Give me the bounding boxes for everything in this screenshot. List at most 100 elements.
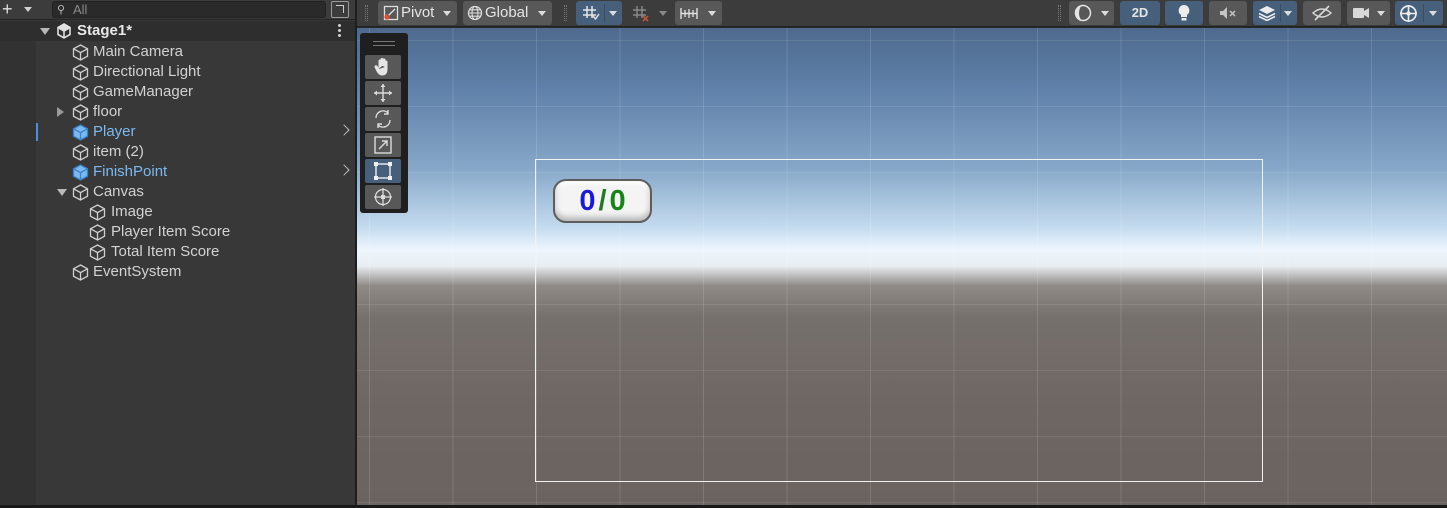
- gizmo-icon: [1400, 5, 1417, 22]
- globe-icon: [467, 5, 483, 21]
- fold-down-icon[interactable]: [40, 28, 50, 35]
- search-icon: ⚲: [57, 4, 66, 16]
- 2d-label: 2D: [1131, 5, 1149, 20]
- move-tool-button[interactable]: [365, 81, 401, 105]
- global-dropdown[interactable]: Global: [463, 1, 552, 25]
- lighting-toggle[interactable]: [1165, 1, 1203, 25]
- move-arrows-icon: [374, 84, 392, 102]
- toolbar-grip[interactable]: [1058, 5, 1061, 21]
- rotate-icon: [375, 110, 391, 128]
- scene-name: Stage1*: [77, 22, 133, 39]
- hierarchy-item[interactable]: Directional Light: [0, 62, 355, 82]
- create-button[interactable]: +: [2, 0, 38, 19]
- pivot-icon: [383, 5, 399, 21]
- gameobject-cube-icon: [89, 244, 106, 261]
- hierarchy-item-label: Canvas: [93, 183, 144, 200]
- fold-right-icon[interactable]: [57, 107, 64, 117]
- 2d-mode-toggle[interactable]: 2D: [1120, 1, 1160, 25]
- scale-icon: [374, 136, 392, 154]
- gizmos-dropdown[interactable]: [1395, 1, 1443, 25]
- gameobject-cube-icon: [72, 104, 89, 121]
- rect-transform-icon: [374, 162, 392, 180]
- hierarchy-item-label: GameManager: [93, 83, 194, 100]
- shaded-sphere-icon: [1074, 4, 1092, 22]
- grid-icon: [583, 6, 600, 21]
- gameobject-cube-icon: [89, 224, 106, 241]
- eye-slash-icon: [1312, 5, 1332, 21]
- camera-icon: [1353, 8, 1369, 18]
- draw-mode-dropdown[interactable]: [1069, 1, 1114, 25]
- mute-speaker-icon: [1220, 7, 1236, 19]
- chevron-down-icon: [609, 11, 617, 16]
- pivot-label: Pivot: [401, 4, 435, 21]
- rotate-tool-button[interactable]: [365, 107, 401, 131]
- chevron-down-icon: [1429, 11, 1437, 16]
- prefab-cube-icon: [72, 164, 89, 181]
- drag-handle-icon[interactable]: [373, 41, 395, 46]
- prefab-cube-icon: [72, 124, 89, 141]
- scene-viewport[interactable]: 0/0: [357, 28, 1447, 505]
- camera-settings-dropdown[interactable]: [1347, 1, 1390, 25]
- hierarchy-item[interactable]: Total Item Score: [0, 242, 355, 262]
- gameobject-cube-icon: [72, 84, 89, 101]
- hand-icon: [374, 58, 388, 76]
- maximize-icon[interactable]: [331, 1, 349, 18]
- increment-snap-dropdown[interactable]: [675, 1, 722, 25]
- hierarchy-item[interactable]: Image: [0, 202, 355, 222]
- gameobject-cube-icon: [72, 184, 89, 201]
- hierarchy-item[interactable]: floor: [0, 102, 355, 122]
- hierarchy-item[interactable]: GameManager: [0, 82, 355, 102]
- rect-tool-button[interactable]: [365, 159, 401, 183]
- lightbulb-icon: [1178, 5, 1190, 21]
- pivot-dropdown[interactable]: Pivot: [378, 1, 457, 25]
- toolbar-grip[interactable]: [564, 5, 567, 21]
- transform-tool-button[interactable]: [365, 185, 401, 209]
- hierarchy-item-label: Player Item Score: [111, 223, 231, 240]
- hierarchy-item[interactable]: Player: [0, 122, 355, 142]
- hierarchy-search-input[interactable]: ⚲ All: [52, 1, 326, 18]
- chevron-down-icon: [1101, 11, 1109, 16]
- hierarchy-item[interactable]: Player Item Score: [0, 222, 355, 242]
- chevron-down-icon: [1377, 11, 1385, 16]
- unity-scene-icon: [57, 23, 71, 39]
- hierarchy-panel: + ⚲ All Stage1* Main Camera Directional L…: [0, 0, 355, 505]
- gameobject-cube-icon: [72, 264, 89, 281]
- effects-dropdown[interactable]: [1253, 1, 1297, 25]
- toolbar-grip[interactable]: [365, 5, 368, 21]
- scene-visibility-toggle[interactable]: [1303, 1, 1341, 25]
- kebab-menu-icon[interactable]: [338, 24, 342, 38]
- grid-snap-icon: [633, 6, 649, 22]
- player-score: 0: [579, 185, 596, 217]
- grid-snap-dropdown[interactable]: [628, 1, 672, 25]
- hierarchy-item-label: Total Item Score: [111, 243, 220, 260]
- score-display[interactable]: 0/0: [553, 179, 652, 223]
- total-score: 0: [609, 185, 626, 217]
- chevron-right-icon[interactable]: [338, 124, 350, 136]
- hierarchy-item[interactable]: item (2): [0, 142, 355, 162]
- audio-toggle[interactable]: [1209, 1, 1247, 25]
- hierarchy-item-label: floor: [93, 103, 123, 120]
- gameobject-cube-icon: [72, 144, 89, 161]
- score-separator: /: [598, 185, 607, 217]
- hierarchy-item[interactable]: Canvas: [0, 182, 355, 202]
- ruler-icon: [680, 8, 698, 19]
- hierarchy-item[interactable]: FinishPoint: [0, 162, 355, 182]
- plus-icon: +: [2, 0, 13, 19]
- hierarchy-item-label: Player: [93, 123, 136, 140]
- hierarchy-item-label: EventSystem: [93, 263, 182, 280]
- tool-palette: [360, 33, 408, 213]
- selection-indicator: [36, 123, 38, 141]
- chevron-right-icon[interactable]: [338, 164, 350, 176]
- fold-down-icon[interactable]: [57, 189, 67, 196]
- hierarchy-item-label: Image: [111, 203, 153, 220]
- search-placeholder: All: [73, 2, 88, 17]
- hierarchy-item-label: item (2): [93, 143, 144, 160]
- scene-header-row[interactable]: Stage1*: [0, 21, 355, 41]
- scale-tool-button[interactable]: [365, 133, 401, 157]
- hierarchy-item[interactable]: Main Camera: [0, 42, 355, 62]
- hierarchy-item-label: Directional Light: [93, 63, 201, 80]
- gameobject-cube-icon: [72, 44, 89, 61]
- hand-tool-button[interactable]: [365, 55, 401, 79]
- hierarchy-item[interactable]: EventSystem: [0, 262, 355, 282]
- grid-visibility-dropdown[interactable]: [576, 1, 622, 25]
